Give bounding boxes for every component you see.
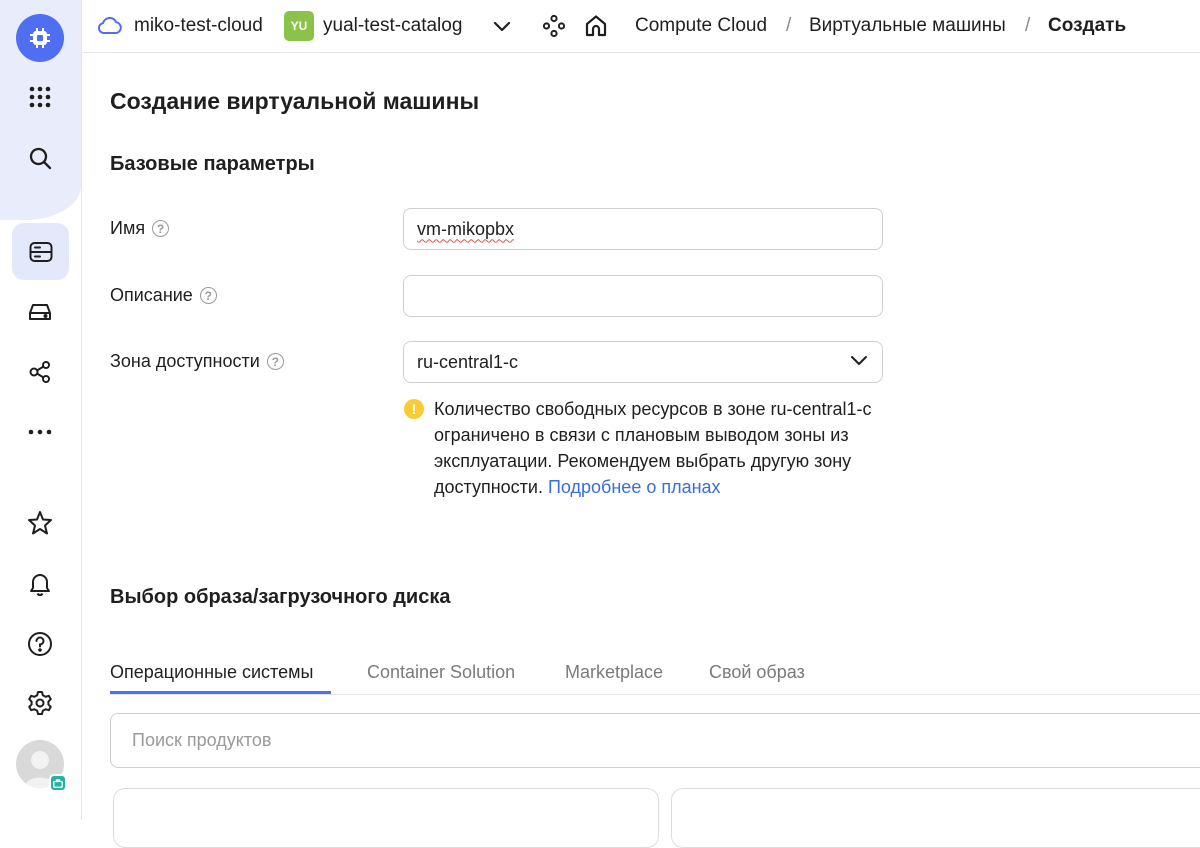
left-rail [0, 0, 82, 820]
zone-warning: Количество свободных ресурсов в зоне ru-… [434, 396, 874, 500]
catalog-badge-label: YU [284, 11, 314, 41]
breadcrumb-virtual-machines[interactable]: Виртуальные машины [809, 0, 1006, 52]
description-label-text: Описание [110, 285, 193, 305]
services-icon[interactable] [542, 0, 566, 52]
disk-icon[interactable] [16, 288, 64, 336]
page-title: Создание виртуальной машины [110, 88, 480, 114]
apps-grid-icon[interactable] [16, 73, 64, 121]
search-icon[interactable] [16, 134, 64, 182]
name-label-text: Имя [110, 218, 146, 238]
product-search[interactable] [110, 713, 1200, 768]
briefcase-icon [49, 774, 67, 792]
image-tabs: Операционные системы Container Solution … [110, 650, 1200, 695]
zone-select[interactable]: ru-central1-c [403, 341, 883, 383]
breadcrumb-compute-cloud[interactable]: Compute Cloud [635, 0, 767, 52]
bell-icon[interactable] [16, 560, 64, 608]
chevron-down-icon [851, 356, 867, 365]
compute-logo-icon[interactable] [16, 14, 64, 62]
zone-label-text: Зона доступности [110, 351, 260, 371]
breadcrumb-separator: / [786, 15, 792, 36]
name-field[interactable]: vm-mikopbx [403, 208, 883, 250]
help-icon[interactable]: ? [266, 353, 284, 370]
name-field-value[interactable]: vm-mikopbx [417, 219, 514, 240]
help-icon[interactable]: ? [199, 287, 217, 304]
more-icon[interactable] [16, 408, 64, 456]
top-bar: miko-test-cloud YU yual-test-catalog Com… [81, 0, 1200, 53]
description-input[interactable] [417, 285, 869, 307]
product-card[interactable] [113, 788, 659, 848]
chevron-down-icon[interactable] [493, 0, 511, 52]
catalog-badge: YU [284, 0, 314, 52]
vm-list-icon[interactable] [12, 223, 69, 280]
warning-icon: ! [404, 399, 424, 419]
tab-container-solution[interactable]: Container Solution [367, 650, 515, 694]
zone-plans-link[interactable]: Подробнее о планах [548, 477, 721, 497]
breadcrumb-current: Создать [1048, 15, 1127, 36]
section-heading-image: Выбор образа/загрузочного диска [110, 586, 451, 608]
cloud-icon [97, 0, 123, 52]
tab-operating-systems[interactable]: Операционные системы [110, 650, 331, 694]
zone-label: Зона доступности ? [110, 351, 284, 372]
star-icon[interactable] [16, 499, 64, 547]
product-search-input[interactable] [130, 729, 1200, 752]
product-card[interactable] [671, 788, 1200, 848]
network-icon[interactable] [16, 348, 64, 396]
section-heading-basic: Базовые параметры [110, 153, 315, 175]
breadcrumb-separator: / [1025, 15, 1031, 36]
tab-marketplace[interactable]: Marketplace [565, 650, 663, 694]
cloud-name[interactable]: miko-test-cloud [134, 0, 263, 52]
name-label: Имя ? [110, 218, 170, 239]
catalog-name[interactable]: yual-test-catalog [323, 0, 462, 52]
help-icon[interactable]: ? [152, 220, 170, 237]
zone-select-value: ru-central1-c [417, 351, 519, 372]
gear-icon[interactable] [16, 679, 64, 727]
help-icon[interactable] [16, 620, 64, 668]
description-label: Описание ? [110, 285, 217, 306]
tab-own-image[interactable]: Свой образ [709, 650, 805, 694]
description-field[interactable] [403, 275, 883, 317]
home-icon[interactable] [584, 0, 608, 52]
